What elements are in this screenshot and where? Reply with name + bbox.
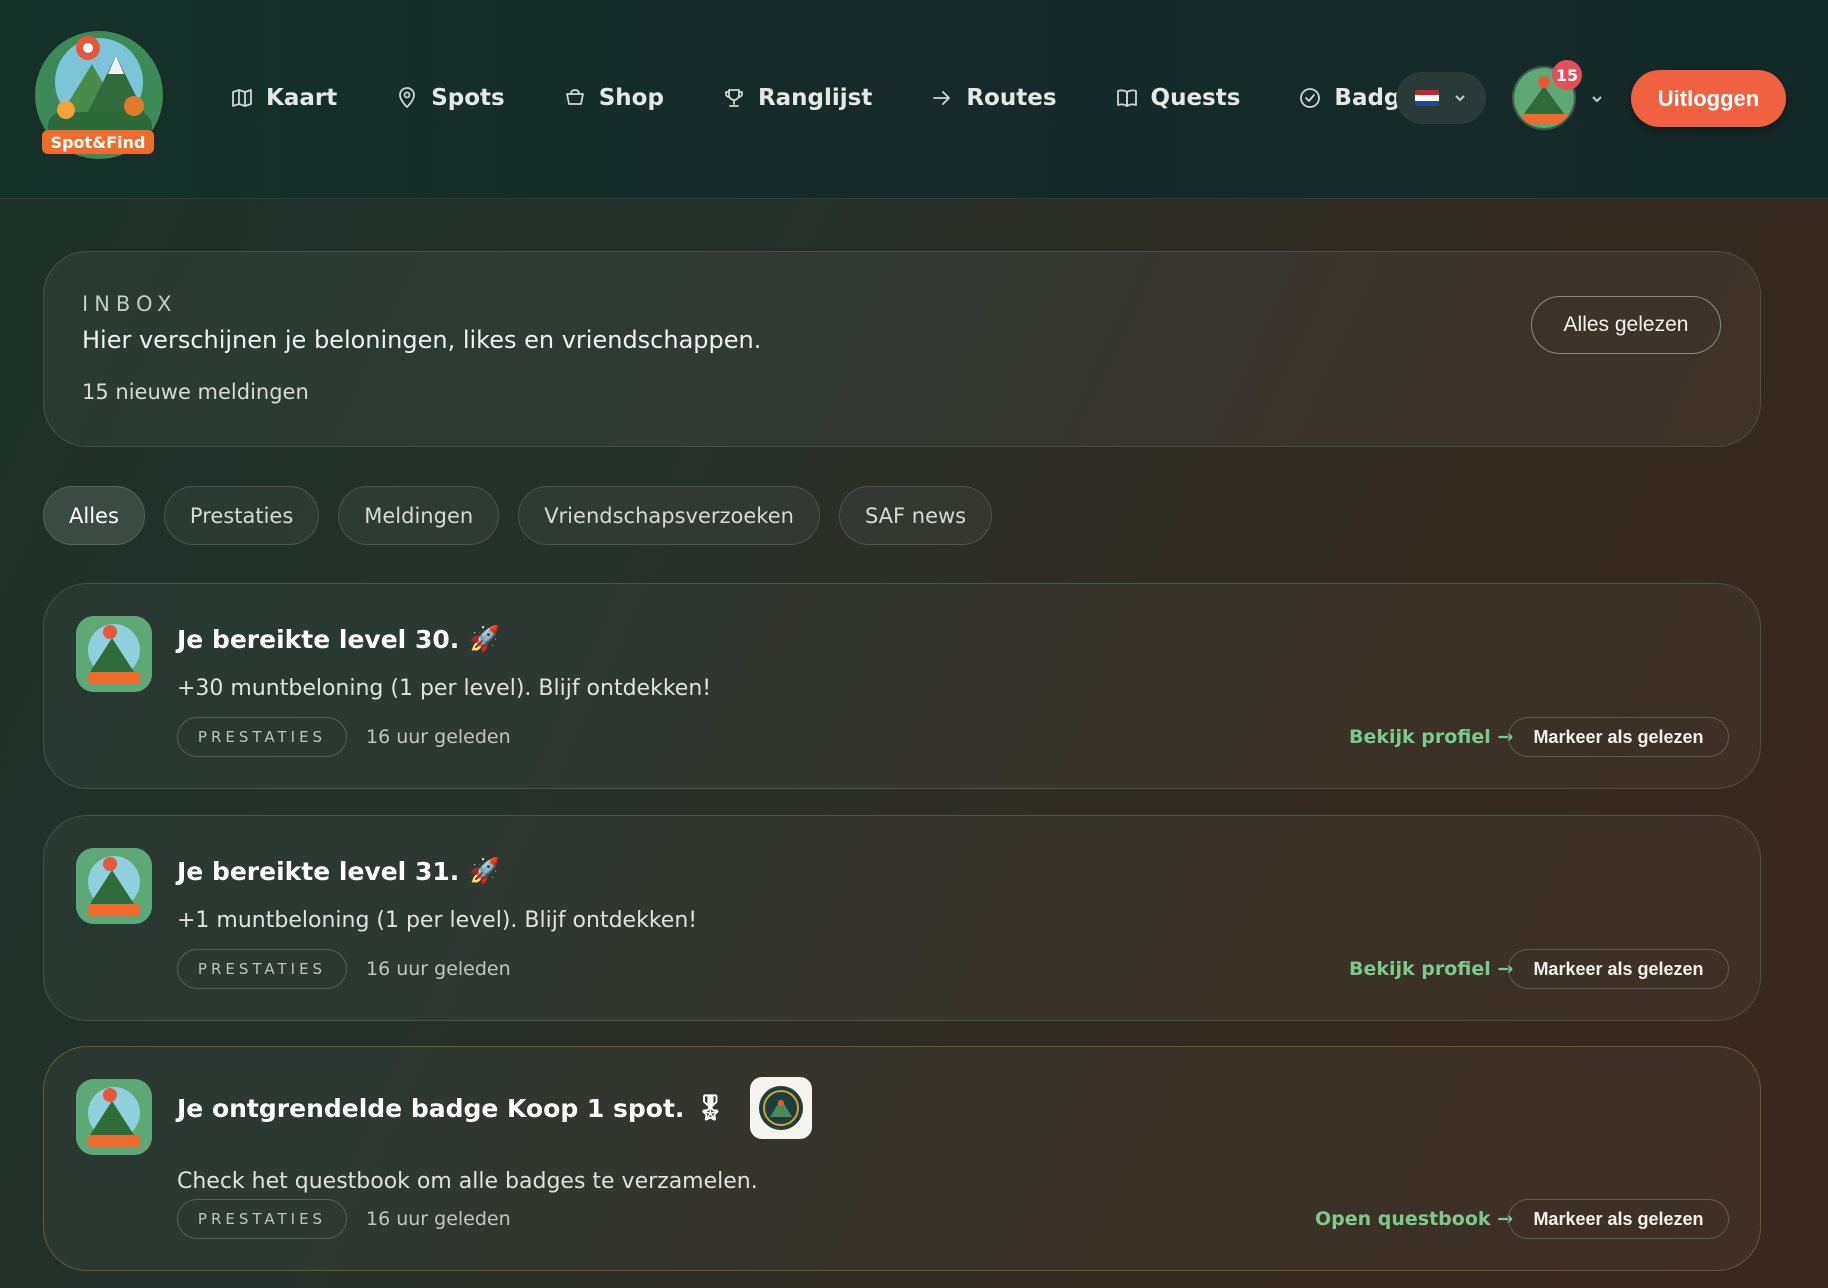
tab-saf-news[interactable]: SAF news <box>838 486 993 545</box>
notification-title-text: Je bereikte level 30. <box>177 624 460 654</box>
trophy-icon <box>725 89 743 107</box>
tab-alles[interactable]: Alles <box>43 486 145 545</box>
notification-title: Je bereikte level 30. 🚀 <box>177 624 500 654</box>
top-navbar: Spot&Find Kaart Spots Shop Ranglijst Rou… <box>0 0 1828 199</box>
notification-card: Je ontgrendelde badge Koop 1 spot. 🎖 Che… <box>43 1046 1761 1271</box>
basket-icon <box>565 89 584 105</box>
notification-card: Je bereikte level 30. 🚀 +30 muntbeloning… <box>43 583 1761 789</box>
tab-vriendschapsverzoeken[interactable]: Vriendschapsverzoeken <box>518 486 820 545</box>
nav-label: Shop <box>598 85 664 111</box>
notification-avatar <box>76 848 152 924</box>
notification-time: 16 uur geleden <box>366 726 511 748</box>
medal-icon: 🎖 <box>694 1093 727 1122</box>
unread-count: 15 nieuwe meldingen <box>82 380 309 404</box>
view-profile-link[interactable]: Bekijk profiel → <box>1349 726 1513 748</box>
nav-item-routes[interactable]: Routes <box>930 85 1057 111</box>
notification-avatar <box>76 616 152 692</box>
inbox-kicker: INBOX <box>82 292 178 316</box>
spot-and-find-logo[interactable]: Spot&Find <box>30 26 168 164</box>
open-questbook-link[interactable]: Open questbook → <box>1315 1208 1513 1230</box>
chevron-down-icon <box>1592 96 1602 103</box>
chevron-down-icon <box>1455 95 1465 102</box>
category-pill: PRESTATIES <box>177 1199 347 1239</box>
logout-button[interactable]: Uitloggen <box>1631 70 1786 127</box>
category-pill: PRESTATIES <box>177 717 347 757</box>
notification-time: 16 uur geleden <box>366 958 511 980</box>
notification-title-text: Je bereikte level 31. <box>177 856 460 886</box>
notification-card: Je bereikte level 31. 🚀 +1 muntbeloning … <box>43 815 1761 1021</box>
filter-tabs: Alles Prestaties Meldingen Vriendschapsv… <box>43 486 993 545</box>
nav-label: Kaart <box>266 85 338 111</box>
notification-avatar <box>76 1079 152 1155</box>
nav-label: Spots <box>431 85 505 111</box>
nav-item-spots[interactable]: Spots <box>395 85 505 111</box>
user-menu[interactable]: 15 <box>1512 60 1602 130</box>
nav-label: Routes <box>966 85 1057 111</box>
nav-item-kaart[interactable]: Kaart <box>230 85 337 111</box>
notification-title-text: Je ontgrendelde badge Koop 1 spot. <box>177 1093 685 1123</box>
nav-item-quests[interactable]: Quests <box>1115 85 1241 111</box>
nav-item-shop[interactable]: Shop <box>563 85 664 111</box>
rocket-icon: 🚀 <box>469 856 501 885</box>
map-icon <box>232 89 252 107</box>
inbox-description: Hier verschijnen je beloningen, likes en… <box>82 326 762 354</box>
language-selector[interactable] <box>1396 72 1486 124</box>
nav-label: Ranglijst <box>757 85 873 111</box>
nav-label: Quests <box>1150 85 1241 111</box>
notification-body: Check het questbook om alle badges te ve… <box>177 1169 758 1194</box>
notification-title: Je bereikte level 31. 🚀 <box>177 856 500 886</box>
nav-item-ranglijst[interactable]: Ranglijst <box>722 85 872 111</box>
pin-icon <box>399 87 416 108</box>
check-circle-icon <box>1300 88 1321 108</box>
tab-prestaties[interactable]: Prestaties <box>163 486 320 545</box>
badge-thumbnail <box>750 1077 813 1139</box>
category-pill: PRESTATIES <box>177 949 347 989</box>
notification-time: 16 uur geleden <box>366 1208 511 1230</box>
tab-meldingen[interactable]: Meldingen <box>338 486 500 545</box>
mark-as-read-button[interactable]: Markeer als gelezen <box>1508 949 1729 989</box>
svg-text:Spot&Find: Spot&Find <box>51 133 146 152</box>
flag-nl-icon <box>1415 90 1439 106</box>
inbox-header-card: INBOX Hier verschijnen je beloningen, li… <box>43 251 1761 447</box>
arrow-right-icon <box>933 91 951 105</box>
book-icon <box>1116 89 1137 107</box>
notification-title: Je ontgrendelde badge Koop 1 spot. 🎖 <box>177 1077 813 1139</box>
mark-all-read-button[interactable]: Alles gelezen <box>1531 296 1721 354</box>
rocket-icon: 🚀 <box>469 624 501 653</box>
notification-body: +1 muntbeloning (1 per level). Blijf ont… <box>177 908 698 933</box>
mark-as-read-button[interactable]: Markeer als gelezen <box>1508 1199 1729 1239</box>
mark-as-read-button[interactable]: Markeer als gelezen <box>1508 717 1729 757</box>
notification-count-badge: 15 <box>1552 60 1582 90</box>
notification-body: +30 muntbeloning (1 per level). Blijf on… <box>177 676 712 701</box>
main-navigation: Kaart Spots Shop Ranglijst Routes Quests… <box>230 76 1488 120</box>
view-profile-link[interactable]: Bekijk profiel → <box>1349 958 1513 980</box>
